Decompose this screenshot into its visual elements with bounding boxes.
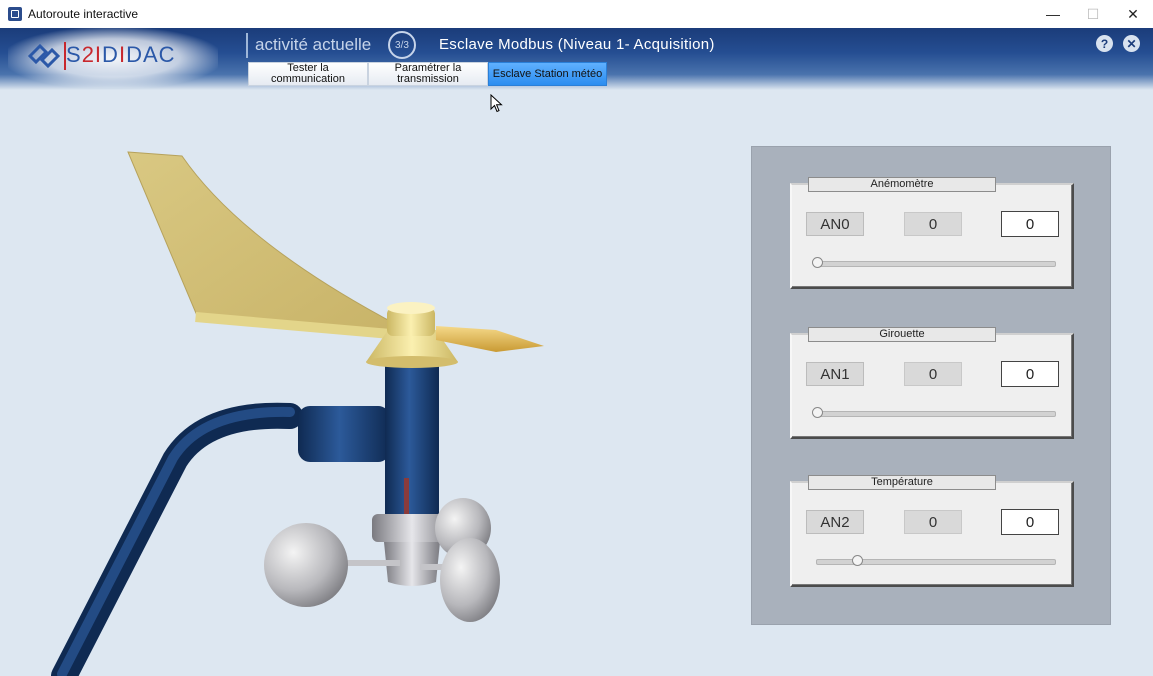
logo-text: S2IDIDAC <box>66 42 176 68</box>
channel-title: Girouette <box>808 327 996 342</box>
channel-button-an1[interactable]: AN1 <box>806 362 864 386</box>
activity-separator <box>246 33 248 58</box>
wind-vane-fin <box>127 151 389 331</box>
app-header: S2IDIDAC activité actuelle 3/3 Esclave M… <box>0 28 1153 90</box>
channel-title: Température <box>808 475 996 490</box>
tab-tester-communication[interactable]: Tester la communication <box>248 62 368 86</box>
mast <box>385 352 439 522</box>
step-badge: 3/3 <box>388 31 416 59</box>
logo-part-i: I <box>118 42 127 67</box>
vane-cone-base <box>366 356 458 368</box>
window-close-button[interactable]: ✕ <box>1113 0 1153 28</box>
help-icon[interactable]: ? <box>1096 35 1113 52</box>
mast-clamp <box>298 406 390 462</box>
channel-button-an2[interactable]: AN2 <box>806 510 864 534</box>
channel-readout: 0 <box>904 212 962 236</box>
channel-button-an0[interactable]: AN0 <box>806 212 864 236</box>
slider-thumb[interactable] <box>812 407 823 418</box>
channel-group-girouette: Girouette AN1 0 <box>790 327 1074 439</box>
logo-part-s: S <box>66 42 82 67</box>
channel-value-input[interactable] <box>1001 509 1059 535</box>
channel-group-temperature: Température AN2 0 <box>790 475 1074 587</box>
weather-station-3d-view <box>51 151 544 676</box>
maximize-button[interactable]: ☐ <box>1073 0 1113 28</box>
anemometer-cup-left <box>264 523 348 607</box>
close-icon[interactable]: ✕ <box>1123 35 1140 52</box>
minimize-button[interactable]: — <box>1033 0 1073 28</box>
channel-slider[interactable] <box>816 555 1056 566</box>
activity-title: Esclave Modbus (Niveau 1- Acquisition) <box>439 36 715 53</box>
logo-part-2i: 2I <box>81 42 103 67</box>
channel-value-input[interactable] <box>1001 361 1059 387</box>
mast-red-mark <box>404 478 409 520</box>
activity-label: activité actuelle <box>255 35 372 54</box>
vane-hub-top <box>387 302 435 314</box>
channel-readout: 0 <box>904 510 962 534</box>
slider-thumb[interactable] <box>852 555 864 566</box>
channel-title: Anémomètre <box>808 177 996 192</box>
channel-group-anemometre: Anémomètre AN0 0 <box>790 177 1074 289</box>
s2idac-logo-icon <box>27 43 61 69</box>
channel-readout: 0 <box>904 362 962 386</box>
app-icon <box>8 7 22 21</box>
window-titlebar: Autoroute interactive — ☐ ✕ <box>0 0 1153 28</box>
logo-part-dac: DAC <box>126 42 176 67</box>
channel-value-input[interactable] <box>1001 211 1059 237</box>
vane-pointer <box>436 326 544 352</box>
tab-parametrer-transmission[interactable]: Paramétrer la transmission <box>368 62 488 86</box>
modbus-channels-panel: Anémomètre AN0 0 Girouette AN1 0 Tempéra… <box>751 146 1111 625</box>
logo-part-d: D <box>102 42 119 67</box>
tab-esclave-station-meteo[interactable]: Esclave Station météo <box>488 62 607 86</box>
channel-slider[interactable] <box>812 407 1056 418</box>
channel-slider[interactable] <box>812 257 1056 268</box>
slider-thumb[interactable] <box>812 257 823 268</box>
window-title: Autoroute interactive <box>28 7 139 21</box>
anemometer-cup-front <box>440 538 500 622</box>
